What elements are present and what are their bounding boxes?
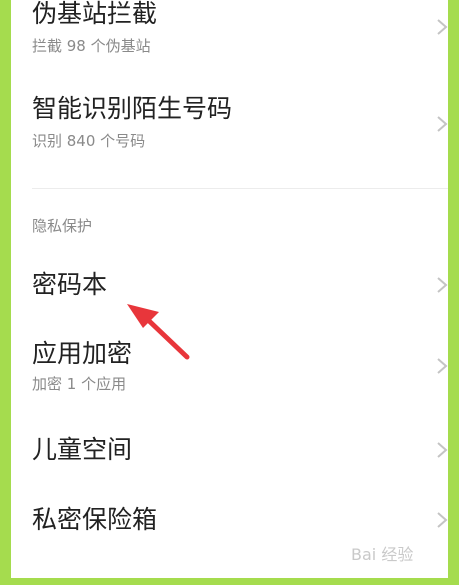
phone-screen: 伪基站拦截 拦截 98 个伪基站 智能识别陌生号码 识别 840 个号码 隐私保… xyxy=(11,0,448,578)
watermark: Bai 经验 xyxy=(351,545,414,564)
page-background: { "settings_items": [ {"title": "伪基站拦截",… xyxy=(0,0,459,585)
annotation-arrow-icon xyxy=(127,304,190,360)
